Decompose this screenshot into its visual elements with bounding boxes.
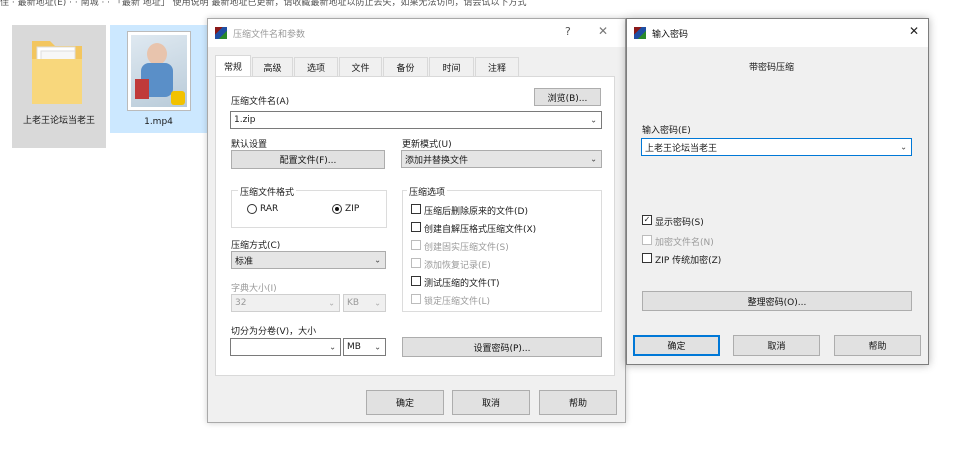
folder-label: 上老王论坛当老王 (22, 116, 95, 126)
dict-value: 32 (235, 298, 247, 308)
winrar-app-icon (634, 27, 646, 39)
filename-value: 1.zip (234, 115, 256, 125)
close-icon[interactable]: ✕ (909, 24, 919, 38)
password-heading: 带密码压缩 (749, 63, 795, 73)
options-group-title: 压缩选项 (407, 185, 448, 198)
password-value: 上老王论坛当老王 (645, 143, 718, 154)
password-ok-button[interactable]: 确定 (633, 335, 720, 356)
organize-passwords-button[interactable]: 整理密码(O)... (642, 291, 912, 311)
password-cancel-button[interactable]: 取消 (733, 335, 820, 356)
dict-label: 字典大小(I) (231, 284, 277, 294)
tab-time[interactable]: 时间 (429, 57, 474, 76)
chevron-down-icon: ⌄ (374, 255, 381, 265)
format-group-title: 压缩文件格式 (238, 185, 297, 198)
rar-radio[interactable] (247, 204, 257, 214)
filename-label: 压缩文件名(A) (231, 97, 290, 107)
method-value: 标准 (235, 256, 254, 267)
rar-label: RAR (260, 204, 279, 214)
archive-titlebar: 压缩文件名和参数 ? ✕ (208, 19, 625, 47)
video-thumbnail-icon (127, 31, 191, 111)
profile-button[interactable]: 配置文件(F)... (231, 150, 385, 169)
zip-legacy-checkbox[interactable] (642, 253, 652, 263)
set-password-button[interactable]: 设置密码(P)... (402, 337, 602, 357)
browse-button[interactable]: 浏览(B)... (534, 88, 601, 106)
folder-icon (28, 35, 86, 109)
archive-cancel-button[interactable]: 取消 (452, 390, 530, 415)
password-titlebar: 输入密码 ✕ (627, 19, 928, 47)
archive-ok-button[interactable]: 确定 (366, 390, 444, 415)
zip-radio[interactable] (332, 204, 342, 214)
option-checkbox[interactable] (411, 258, 421, 268)
encrypt-filenames-label: 加密文件名(N) (655, 238, 714, 248)
close-icon[interactable]: ✕ (598, 24, 608, 38)
dict-unit-value: KB (347, 298, 360, 308)
chevron-down-icon: ⌄ (590, 115, 597, 125)
chevron-down-icon: ⌄ (590, 154, 597, 164)
option-label: 创建固实压缩文件(S) (424, 243, 509, 253)
video-file-item[interactable]: 1.mp4 (110, 25, 207, 133)
zip-legacy-label: ZIP 传统加密(Z) (655, 256, 722, 266)
option-checkbox[interactable] (411, 222, 421, 232)
option-label: 创建自解压格式压缩文件(X) (424, 225, 537, 235)
chevron-down-icon: ⌄ (374, 298, 381, 308)
zip-label: ZIP (345, 204, 360, 214)
option-checkbox[interactable] (411, 294, 421, 304)
video-file-label: 1.mp4 (144, 117, 173, 127)
dict-unit-select[interactable]: KB ⌄ (343, 294, 386, 312)
split-size-input[interactable]: ⌄ (230, 338, 341, 356)
show-password-label: 显示密码(S) (655, 218, 704, 228)
option-checkbox[interactable] (411, 204, 421, 214)
password-help-button[interactable]: 帮助 (834, 335, 921, 356)
chevron-down-icon: ⌄ (900, 142, 907, 152)
option-label: 添加恢复记录(E) (424, 261, 491, 271)
update-mode-select[interactable]: 添加并替换文件 ⌄ (401, 150, 602, 168)
chevron-down-icon: ⌄ (374, 342, 381, 352)
tab-general[interactable]: 常规 (215, 55, 251, 76)
chevron-down-icon: ⌄ (329, 342, 336, 352)
media-player-badge-icon (171, 91, 185, 105)
split-unit-value: MB (347, 342, 361, 352)
chevron-down-icon: ⌄ (328, 298, 335, 308)
show-password-checkbox[interactable]: ✓ (642, 215, 652, 225)
archive-help-button[interactable]: 帮助 (539, 390, 617, 415)
password-input[interactable]: 上老王论坛当老王 ⌄ (641, 138, 912, 156)
option-label: 测试压缩的文件(T) (424, 279, 500, 289)
option-label: 锁定压缩文件(L) (424, 297, 491, 307)
filename-input[interactable]: 1.zip ⌄ (230, 111, 602, 129)
split-unit-select[interactable]: MB ⌄ (343, 338, 386, 356)
tab-options[interactable]: 选项 (294, 57, 338, 76)
split-label: 切分为分卷(V)，大小 (231, 327, 317, 337)
password-input-label: 输入密码(E) (642, 126, 691, 136)
default-settings-label: 默认设置 (231, 140, 268, 150)
method-select[interactable]: 标准 ⌄ (231, 251, 386, 269)
tab-backup[interactable]: 备份 (383, 57, 428, 76)
update-mode-label: 更新模式(U) (402, 140, 452, 150)
folder-item[interactable]: 上老王论坛当老王 (12, 25, 106, 148)
tab-files[interactable]: 文件 (339, 57, 382, 76)
archive-dialog-title: 压缩文件名和参数 (233, 30, 306, 40)
update-mode-value: 添加并替换文件 (405, 155, 469, 166)
option-label: 压缩后删除原来的文件(D) (424, 207, 528, 217)
address-strip: 佳 · 最新地址(E) · · 南城 · · 「最新 地址」 使用说明 最新地址… (0, 0, 527, 8)
method-label: 压缩方式(C) (231, 241, 281, 251)
help-icon[interactable]: ? (565, 25, 571, 38)
option-checkbox[interactable] (411, 276, 421, 286)
encrypt-filenames-checkbox[interactable] (642, 235, 652, 245)
tab-advanced[interactable]: 高级 (252, 57, 293, 76)
tab-comment[interactable]: 注释 (475, 57, 519, 76)
option-checkbox[interactable] (411, 240, 421, 250)
password-dialog-title: 输入密码 (652, 30, 689, 40)
winrar-app-icon (215, 27, 227, 39)
dict-select[interactable]: 32 ⌄ (231, 294, 340, 312)
